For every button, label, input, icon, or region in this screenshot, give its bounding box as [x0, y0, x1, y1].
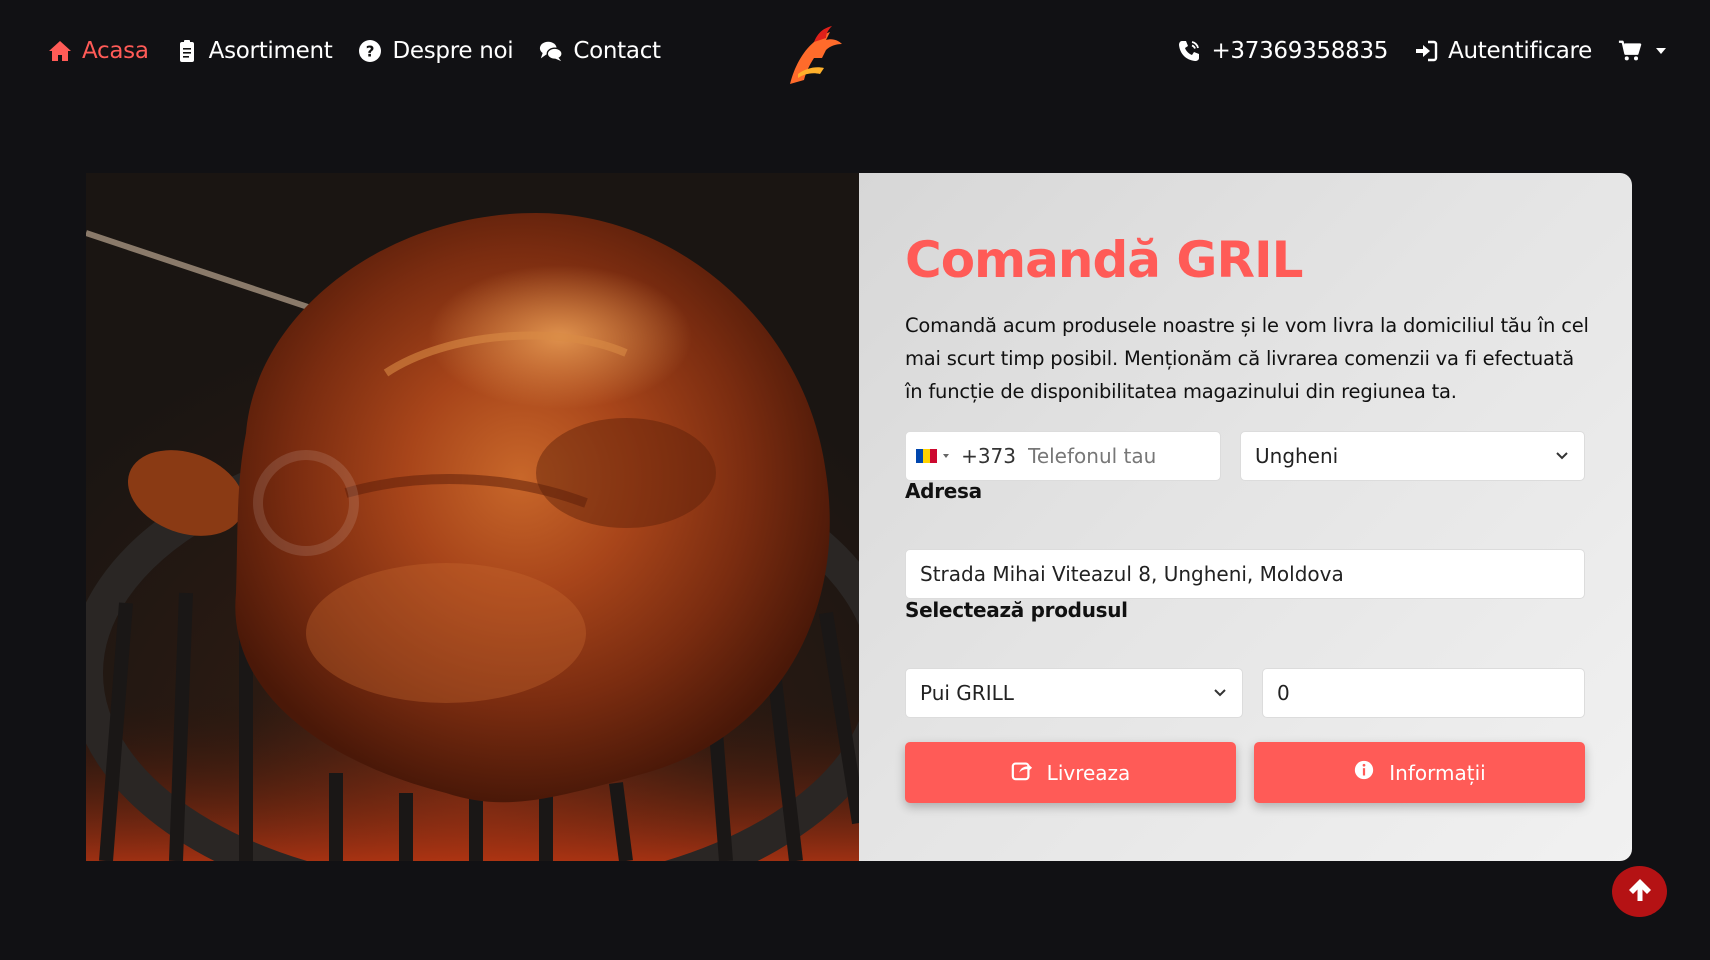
nav-item-label: Despre noi — [392, 38, 514, 64]
chevron-down-icon — [1554, 444, 1570, 468]
chevron-down-icon — [943, 454, 950, 458]
deliver-button[interactable]: Livreaza — [905, 742, 1236, 803]
nav-item-assortment[interactable]: Asortiment — [175, 38, 333, 64]
nav-item-label: Asortiment — [208, 38, 333, 64]
address-input[interactable]: Strada Mihai Viteazul 8, Ungheni, Moldov… — [905, 549, 1585, 599]
nav-item-contact[interactable]: Contact — [539, 38, 661, 64]
share-square-icon — [1011, 759, 1033, 786]
cart-dropdown[interactable] — [1618, 39, 1666, 63]
phone-field: +373 — [905, 431, 1221, 481]
info-circle-icon — [1353, 759, 1375, 786]
clipboard-icon — [175, 39, 199, 63]
nav-item-label: Contact — [573, 38, 661, 64]
nav-left-group: Acasa Asortiment ? Despre noi Contact — [48, 38, 661, 64]
brand-logo[interactable] — [784, 24, 844, 88]
nav-right-group: +37369358835 Autentificare — [1177, 38, 1666, 64]
info-button[interactable]: Informații — [1254, 742, 1585, 803]
dial-code: +373 — [961, 444, 1016, 468]
product-select[interactable]: Pui GRILL — [905, 668, 1243, 718]
address-input-value: Strada Mihai Viteazul 8, Ungheni, Moldov… — [920, 562, 1344, 586]
order-title: Comandă GRIL — [905, 231, 1303, 289]
hero-image-grilled-chicken — [86, 173, 859, 861]
nav-item-label: Acasa — [82, 38, 149, 64]
info-button-label: Informații — [1389, 760, 1486, 785]
city-select[interactable]: Ungheni — [1240, 431, 1585, 481]
nav-login-label: Autentificare — [1448, 38, 1592, 64]
question-circle-icon: ? — [358, 39, 382, 63]
nav-phone-number: +37369358835 — [1211, 38, 1389, 64]
order-description: Comandă acum produsele noastre și le vom… — [905, 314, 1589, 403]
city-select-value: Ungheni — [1255, 444, 1339, 468]
svg-text:?: ? — [366, 43, 374, 61]
phone-input[interactable] — [1026, 443, 1220, 469]
scroll-to-top-button[interactable] — [1612, 866, 1667, 917]
shopping-cart-icon — [1618, 39, 1642, 63]
moldova-flag-icon[interactable] — [916, 449, 938, 463]
nav-item-about[interactable]: ? Despre noi — [358, 38, 514, 64]
home-icon — [48, 39, 72, 63]
product-select-value: Pui GRILL — [920, 681, 1014, 705]
arrow-up-icon — [1626, 876, 1654, 908]
chat-bubbles-icon — [539, 39, 564, 63]
nav-login-link[interactable]: Autentificare — [1414, 38, 1592, 64]
nav-item-home[interactable]: Acasa — [48, 38, 149, 64]
chevron-down-icon — [1656, 48, 1666, 54]
quantity-input[interactable]: 0 — [1262, 668, 1585, 718]
quantity-input-value: 0 — [1277, 681, 1290, 705]
chevron-down-icon — [1212, 681, 1228, 705]
nav-phone-link[interactable]: +37369358835 — [1177, 38, 1388, 64]
deliver-button-label: Livreaza — [1046, 760, 1131, 785]
sign-in-icon — [1414, 39, 1438, 63]
product-label: Selectează produsul — [905, 598, 1128, 622]
phone-icon — [1177, 39, 1201, 63]
address-label: Adresa — [905, 479, 982, 503]
navbar: Acasa Asortiment ? Despre noi Contact +3… — [0, 0, 1710, 116]
order-panel: Comandă GRIL Comandă acum produsele noas… — [859, 173, 1632, 861]
